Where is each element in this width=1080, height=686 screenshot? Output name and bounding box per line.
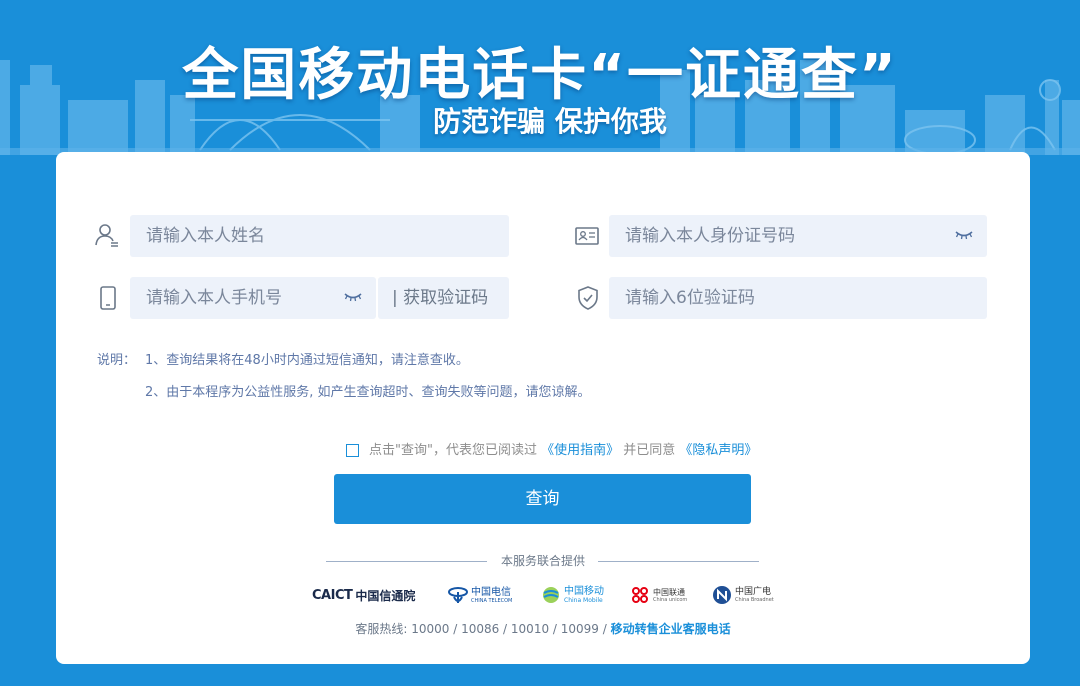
provided-by-text: 本服务联合提供 bbox=[500, 554, 585, 568]
telecom-en: CHINA TELECOM bbox=[471, 597, 513, 604]
hotline-line: 客服热线: 10000 / 10086 / 10010 / 10099 / 移动… bbox=[56, 620, 1030, 637]
broadnet-name: 中国广电 bbox=[735, 587, 772, 597]
verification-code-input-placeholder: 请输入6位验证码 bbox=[625, 288, 755, 308]
caict-mark: CAICT bbox=[312, 587, 353, 603]
name-input[interactable]: 请输入本人姓名 bbox=[130, 215, 509, 257]
caict-name: 中国信通院 bbox=[355, 588, 416, 603]
mobile-name: 中国移动 bbox=[564, 586, 604, 597]
notes-label: 说明： bbox=[97, 353, 137, 368]
china-unicom-logo: 中国联通 China unicom bbox=[630, 584, 687, 606]
mobile-en: China Mobile bbox=[564, 597, 603, 604]
id-number-input-placeholder: 请输入本人身份证号码 bbox=[625, 226, 795, 246]
caict-logo: CAICT 中国信通院 bbox=[312, 584, 415, 606]
china-broadnet-logo: 中国广电 China Broadnet bbox=[712, 584, 774, 606]
id-number-input[interactable]: 请输入本人身份证号码 bbox=[609, 215, 987, 257]
china-telecom-logo: 中国电信 CHINA TELECOM bbox=[448, 584, 512, 606]
phone-input[interactable]: 请输入本人手机号 bbox=[130, 277, 376, 319]
shield-check-icon bbox=[578, 286, 598, 310]
privacy-statement-link[interactable]: 《隐私声明》 bbox=[679, 443, 757, 458]
verification-code-input[interactable]: 请输入6位验证码 bbox=[609, 277, 987, 319]
query-form-card: 请输入本人姓名 请输入本人身份证号码 请输入本人手机号 | 获取验证码 请输入6… bbox=[56, 152, 1030, 664]
notes-line-2: 2、由于本程序为公益性服务, 如产生查询超时、查询失败等问题，请您谅解。 bbox=[145, 385, 591, 400]
query-button[interactable]: 查询 bbox=[334, 474, 751, 524]
china-mobile-logo: 中国移动 China Mobile bbox=[541, 584, 604, 606]
broadnet-en: China Broadnet bbox=[735, 597, 774, 603]
id-card-icon bbox=[575, 227, 599, 245]
hotline-text: 客服热线: 10000 / 10086 / 10010 / 10099 / bbox=[355, 622, 607, 636]
phone-icon bbox=[100, 286, 116, 310]
phone-input-placeholder: 请输入本人手机号 bbox=[146, 288, 282, 308]
usage-guide-link[interactable]: 《使用指南》 bbox=[541, 443, 619, 458]
china-broadnet-icon bbox=[713, 586, 731, 604]
page-title: 全国移动电话卡“一证通查” bbox=[182, 43, 898, 108]
agreement-prefix: 点击"查询"，代表您已阅读过 bbox=[369, 443, 537, 458]
unicom-en: China unicom bbox=[653, 596, 688, 603]
china-mobile-icon bbox=[543, 587, 559, 603]
page-subtitle: 防范诈骗 保护你我 bbox=[433, 105, 667, 138]
name-input-placeholder: 请输入本人姓名 bbox=[146, 226, 265, 246]
telecom-name: 中国电信 bbox=[471, 586, 511, 598]
notes-line-1: 1、查询结果将在48小时内通过短信通知，请注意查收。 bbox=[145, 353, 469, 368]
agree-checkbox[interactable] bbox=[346, 444, 359, 457]
enterprise-hotline-link[interactable]: 移动转售企业客服电话 bbox=[611, 622, 731, 636]
eye-closed-icon[interactable] bbox=[955, 228, 973, 242]
agreement-text: 点击"查询"，代表您已阅读过 《使用指南》 并已同意 《隐私声明》 bbox=[369, 442, 757, 460]
china-unicom-icon bbox=[632, 587, 648, 603]
agreement-middle: 并已同意 bbox=[623, 443, 676, 458]
china-telecom-icon bbox=[448, 587, 468, 603]
banner: 全国移动电话卡“一证通查” 防范诈骗 保护你我 bbox=[0, 0, 1080, 155]
get-code-button[interactable]: | 获取验证码 bbox=[378, 277, 509, 319]
user-icon bbox=[95, 224, 118, 247]
eye-closed-icon[interactable] bbox=[344, 290, 362, 304]
unicom-name: 中国联通 bbox=[653, 587, 685, 597]
